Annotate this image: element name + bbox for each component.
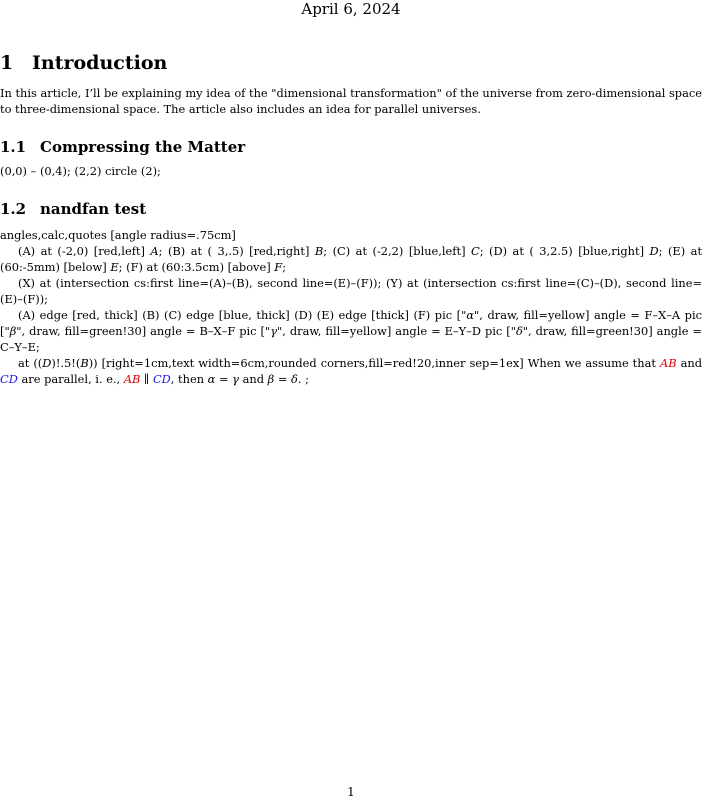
nandfan-paragraph-coordinates: (A) at (-2,0) [red,left] A; (B) at ( 3,.… bbox=[0, 243, 702, 275]
nandfan-paragraph-parallel: at ((D)!.5!(B)) [right=1cm,text width=6c… bbox=[0, 355, 702, 387]
parallel-symbol: ∥ bbox=[144, 372, 150, 386]
math-var: E bbox=[110, 260, 119, 274]
subsection-title: Compressing the Matter bbox=[40, 138, 246, 156]
compressing-paragraph: (0,0) – (0,4); (2,2) circle (2); bbox=[0, 164, 161, 178]
equation-alpha-gamma: α = γ bbox=[207, 372, 239, 386]
text-run: ; (B) at ( 3,.5) [red,right] bbox=[158, 244, 310, 258]
nandfan-paragraph-intersections: (X) at (intersection cs:first line=(A)–(… bbox=[0, 276, 702, 306]
text-run: ", draw, fill=yellow] angle = E–Y–D pic … bbox=[277, 324, 516, 338]
section-title: Introduction bbox=[32, 52, 168, 74]
text-run: , then bbox=[170, 372, 205, 386]
greek-alpha: α bbox=[466, 308, 475, 322]
nandfan-paragraph-angles: (A) edge [red, thick] (B) (C) edge [blue… bbox=[0, 307, 702, 355]
text-run: (A) edge [red, thick] (B) (C) edge [blue… bbox=[18, 308, 467, 322]
text-run: ; (D) at ( 3,2.5) [blue,right] bbox=[479, 244, 645, 258]
subsection-title: nandfan test bbox=[40, 200, 147, 218]
text-run: (A) at (-2,0) [red,left] bbox=[18, 244, 145, 258]
nandfan-line-libraries: angles,calc,quotes [angle radius=.75cm] bbox=[0, 228, 236, 242]
subsection-heading-nandfan: 1.2 nandfan test bbox=[0, 200, 146, 218]
math-var: D bbox=[649, 244, 659, 258]
math-var: B bbox=[80, 356, 89, 370]
math-var: B bbox=[314, 244, 324, 258]
segment-ab-red: AB bbox=[659, 356, 677, 370]
greek-delta: δ bbox=[515, 324, 523, 338]
introduction-paragraph: In this article, I’ll be explaining my i… bbox=[0, 86, 702, 116]
segment-cd-blue: CD bbox=[152, 372, 171, 386]
text-run: ; (C) at (-2,2) [blue,left] bbox=[323, 244, 466, 258]
equation-beta-delta: β = δ bbox=[267, 372, 298, 386]
document-date: April 6, 2024 bbox=[301, 0, 401, 18]
text-run: )!.5!( bbox=[51, 356, 81, 370]
text-run: at (( bbox=[18, 356, 43, 370]
segment-ab-red: AB bbox=[123, 372, 141, 386]
greek-gamma: γ bbox=[270, 324, 277, 338]
text-run: ", draw, fill=green!30] angle = B–X–F pi… bbox=[16, 324, 271, 338]
text-run: ; bbox=[282, 260, 287, 274]
subsection-number: 1.2 bbox=[0, 200, 27, 218]
text-run: are parallel, i. e., bbox=[21, 372, 121, 386]
document-page: April 6, 2024 1 Introduction In this arti… bbox=[0, 0, 702, 799]
page-number: 1 bbox=[347, 785, 355, 799]
text-run: and bbox=[680, 356, 702, 370]
text-run: and bbox=[242, 372, 264, 386]
text-run: . ; bbox=[297, 372, 309, 386]
text-run: ; (F) at (60:3.5cm) [above] bbox=[118, 260, 271, 274]
math-var: A bbox=[150, 244, 159, 258]
segment-cd-blue: CD bbox=[0, 372, 18, 386]
text-run: )) [right=1cm,text width=6cm,rounded cor… bbox=[88, 356, 656, 370]
math-var: C bbox=[471, 244, 480, 258]
subsection-number: 1.1 bbox=[0, 138, 27, 156]
section-heading-introduction: 1 Introduction bbox=[0, 52, 167, 74]
subsection-heading-compressing: 1.1 Compressing the Matter bbox=[0, 138, 245, 156]
section-number: 1 bbox=[0, 52, 14, 74]
